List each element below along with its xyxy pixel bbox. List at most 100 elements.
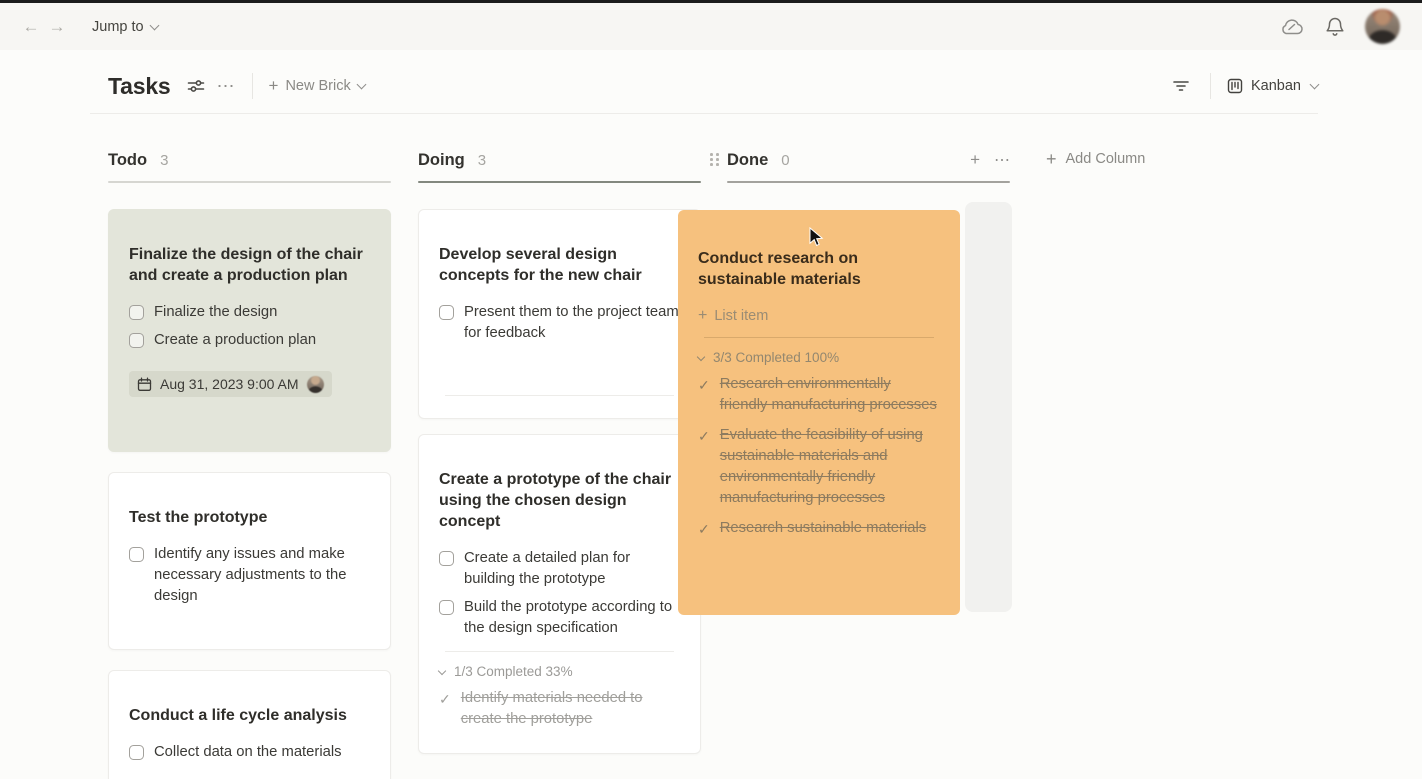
completed-summary-toggle[interactable]: 3/3 Completed 100%: [696, 350, 940, 365]
column-more-icon[interactable]: ⋯: [994, 150, 1010, 170]
topbar: ← → Jump to: [0, 3, 1422, 50]
checkbox-unchecked[interactable]: [129, 745, 144, 760]
card-finalize-design[interactable]: Finalize the design of the chair and cre…: [108, 209, 391, 452]
column-underline: [727, 181, 1010, 183]
add-card-icon[interactable]: +: [970, 150, 980, 170]
checkbox-unchecked[interactable]: [439, 551, 454, 566]
due-date-label: Aug 31, 2023 9:00 AM: [160, 376, 299, 392]
plus-icon: +: [268, 76, 279, 95]
column-underline: [418, 181, 701, 183]
add-list-item-label: List item: [714, 308, 769, 324]
card-develop-concepts[interactable]: Develop several design concepts for the …: [418, 209, 701, 419]
forward-arrow-icon[interactable]: →: [44, 17, 70, 37]
card-test-prototype[interactable]: Test the prototype Identify any issues a…: [108, 472, 391, 650]
card-title[interactable]: Conduct research on sustainable material…: [698, 248, 940, 290]
column-drag-handle-icon[interactable]: [710, 153, 719, 166]
checkbox-unchecked[interactable]: [129, 547, 144, 562]
checkbox-unchecked[interactable]: [129, 333, 144, 348]
column-count-badge: 3: [160, 151, 169, 169]
check-icon: ✓: [698, 521, 710, 537]
completed-item-label: Research sustainable materials: [719, 520, 927, 536]
completed-summary-label: 1/3 Completed 33%: [454, 664, 573, 679]
checklist-item: Build the prototype according to the des…: [439, 597, 680, 639]
card-title[interactable]: Finalize the design of the chair and cre…: [129, 244, 370, 286]
notifications-bell-icon[interactable]: [1322, 14, 1348, 40]
column-doing-cards: Develop several design concepts for the …: [418, 209, 701, 754]
card-title[interactable]: Create a prototype of the chair using th…: [439, 469, 680, 532]
completed-item: ✓ Research environmentally friendly manu…: [698, 374, 940, 416]
view-settings-sliders-icon[interactable]: [183, 73, 209, 99]
mouse-cursor-icon: [809, 227, 824, 247]
jump-to-label: Jump to: [92, 18, 144, 35]
card-section-divider: [445, 395, 674, 396]
jump-to-menu[interactable]: Jump to: [92, 18, 160, 35]
chevron-down-icon: [1309, 79, 1320, 90]
checkbox-unchecked[interactable]: [129, 305, 144, 320]
checklist-label: Present them to the project team for fee…: [464, 304, 679, 341]
user-avatar[interactable]: [1365, 9, 1400, 44]
completed-item: ✓ Evaluate the feasibility of using sust…: [698, 425, 940, 509]
checkbox-unchecked[interactable]: [439, 600, 454, 615]
sync-cloud-icon[interactable]: [1279, 14, 1305, 40]
column-name: Todo: [108, 150, 148, 169]
checklist-label: Identify any issues and make necessary a…: [154, 546, 347, 604]
card-life-cycle-analysis[interactable]: Conduct a life cycle analysis Collect da…: [108, 670, 391, 779]
add-list-item-button[interactable]: + List item: [698, 307, 940, 325]
column-done-header[interactable]: Done 0 + ⋯: [710, 148, 1010, 172]
checkbox-unchecked[interactable]: [439, 305, 454, 320]
header-divider-vertical: [1210, 73, 1211, 99]
due-date-pill[interactable]: Aug 31, 2023 9:00 AM: [129, 371, 332, 397]
page-header: Tasks ⋯ + New Brick Kanban: [108, 66, 1320, 106]
view-label: Kanban: [1251, 78, 1301, 94]
header-right: Kanban: [1168, 73, 1320, 99]
card-title[interactable]: Conduct a life cycle analysis: [129, 705, 370, 726]
filter-icon[interactable]: [1168, 73, 1194, 99]
card-section-divider: [445, 651, 674, 652]
plus-icon: +: [1046, 149, 1057, 169]
chevron-down-icon: [696, 352, 706, 361]
column-doing: Doing 3 Develop several design concepts …: [418, 148, 701, 754]
calendar-icon: [137, 377, 152, 391]
kanban-board-icon: [1227, 78, 1243, 94]
checklist-item: Create a detailed plan for building the …: [439, 548, 680, 590]
header-divider: [90, 113, 1318, 114]
page-more-icon[interactable]: ⋯: [217, 77, 236, 95]
checklist-label: Build the prototype according to the des…: [464, 599, 673, 636]
check-icon: ✓: [698, 428, 710, 444]
header-divider-vertical: [251, 73, 253, 99]
chevron-down-icon: [149, 20, 160, 30]
completed-summary-label: 3/3 Completed 100%: [713, 350, 840, 365]
back-arrow-icon[interactable]: ←: [18, 17, 44, 37]
topbar-right: [1279, 9, 1422, 44]
checklist-item: Finalize the design: [129, 302, 370, 323]
add-column-button[interactable]: + Add Column: [1046, 149, 1146, 169]
completed-item-label: Identify materials needed to create the …: [460, 690, 643, 727]
column-todo-header[interactable]: Todo 3: [108, 148, 391, 172]
column-done: Done 0 + ⋯: [710, 148, 1010, 183]
column-actions: + ⋯: [970, 150, 1010, 170]
completed-item: ✓ Identify materials needed to create th…: [439, 688, 680, 730]
card-create-prototype[interactable]: Create a prototype of the chair using th…: [418, 434, 701, 754]
check-icon: ✓: [439, 691, 451, 707]
new-brick-label: New Brick: [285, 78, 351, 94]
chevron-down-icon: [356, 79, 367, 90]
chevron-down-icon: [437, 666, 447, 675]
column-doing-header[interactable]: Doing 3: [418, 148, 701, 172]
checklist-label: Create a detailed plan for building the …: [464, 550, 631, 587]
checklist-item: Create a production plan: [129, 330, 370, 351]
new-brick-button[interactable]: + New Brick: [268, 76, 367, 95]
card-conduct-research[interactable]: Conduct research on sustainable material…: [678, 210, 960, 615]
column-count-badge: 0: [781, 151, 790, 169]
card-title[interactable]: Develop several design concepts for the …: [439, 244, 680, 286]
assignee-avatar: [306, 375, 324, 393]
view-switcher-kanban[interactable]: Kanban: [1227, 78, 1320, 94]
card-title[interactable]: Test the prototype: [129, 507, 370, 528]
checklist-item: Present them to the project team for fee…: [439, 302, 680, 344]
card-section-divider: [704, 337, 934, 338]
checklist-label: Collect data on the materials: [154, 744, 342, 760]
checklist-item: Identify any issues and make necessary a…: [129, 544, 370, 607]
add-column-label: Add Column: [1065, 151, 1146, 167]
column-name: Doing: [418, 150, 465, 169]
completed-item: ✓ Research sustainable materials: [698, 518, 940, 540]
completed-summary-toggle[interactable]: 1/3 Completed 33%: [437, 664, 680, 679]
